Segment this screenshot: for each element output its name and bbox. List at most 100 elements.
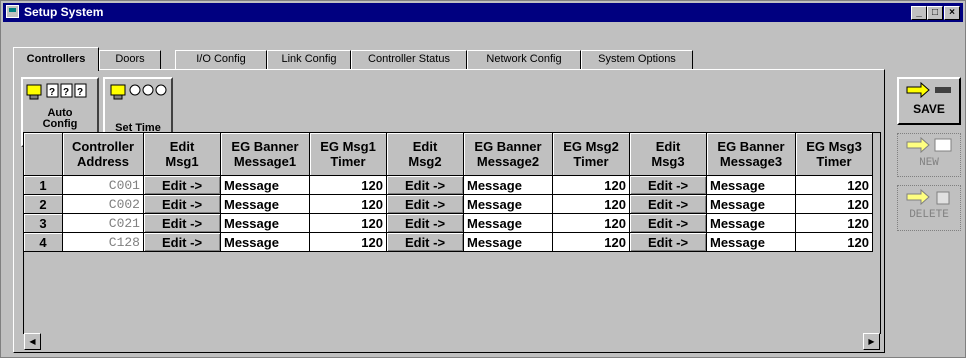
controller-address-cell[interactable]: C021	[62, 213, 144, 233]
svg-text:?: ?	[63, 87, 69, 98]
col-header-eg-msg3-timer[interactable]: EG Msg3 Timer	[795, 133, 873, 176]
tab-controllers[interactable]: Controllers	[13, 47, 99, 71]
tab-link-config[interactable]: Link Config	[267, 50, 351, 69]
edit-msg2-button[interactable]: Edit ->	[386, 194, 464, 214]
col-label: EG Banner	[717, 139, 785, 154]
save-button[interactable]: SAVE	[897, 77, 961, 125]
eg-banner-message1-cell[interactable]: Message	[220, 194, 310, 214]
eg-msg2-timer-cell[interactable]: 120	[552, 194, 630, 214]
maximize-button[interactable]: □	[927, 6, 943, 20]
eg-msg3-timer-cell[interactable]: 120	[795, 232, 873, 252]
header-row: Controller Address Edit Msg1 EG Banner Mess…	[24, 133, 873, 176]
edit-msg1-button[interactable]: Edit ->	[143, 213, 221, 233]
eg-msg3-timer-cell[interactable]: 120	[795, 213, 873, 233]
tab-strip: Controllers Doors I/O Config Link Config…	[13, 47, 703, 71]
controller-address-cell[interactable]: C001	[62, 175, 144, 195]
eg-msg2-timer-cell[interactable]: 120	[552, 213, 630, 233]
delete-button[interactable]: DELETE	[897, 185, 961, 231]
col-label: Timer	[330, 154, 366, 169]
auto-config-label-2: Config	[42, 118, 78, 130]
eg-msg1-timer-cell[interactable]: 120	[309, 194, 387, 214]
svg-text:?: ?	[77, 87, 83, 98]
eg-msg3-timer-cell[interactable]: 120	[795, 175, 873, 195]
edit-msg3-button[interactable]: Edit ->	[629, 213, 707, 233]
controller-address-cell[interactable]: C002	[62, 194, 144, 214]
save-arrow-icon	[906, 81, 951, 99]
controllers-grid: Controller Address Edit Msg1 EG Banner Mess…	[23, 132, 881, 334]
col-label: Msg3	[651, 154, 685, 169]
col-label: Timer	[816, 154, 852, 169]
col-label: Message3	[719, 154, 783, 169]
col-header-eg-banner-message1[interactable]: EG Banner Message1	[220, 133, 310, 176]
col-header-controller-address[interactable]: Controller Address	[62, 133, 144, 176]
eg-banner-message2-cell[interactable]: Message	[463, 194, 553, 214]
eg-banner-message1-cell[interactable]: Message	[220, 175, 310, 195]
col-label: EG Msg1	[320, 139, 376, 154]
row-number: 2	[24, 194, 63, 214]
horizontal-scrollbar[interactable]: ◀ ▶	[24, 333, 880, 350]
eg-banner-message2-cell[interactable]: Message	[463, 232, 553, 252]
edit-msg3-button[interactable]: Edit ->	[629, 175, 707, 195]
edit-msg3-button[interactable]: Edit ->	[629, 232, 707, 252]
col-label: Timer	[573, 154, 609, 169]
eg-banner-message3-cell[interactable]: Message	[706, 232, 796, 252]
eg-msg2-timer-cell[interactable]: 120	[552, 175, 630, 195]
col-header-eg-msg2-timer[interactable]: EG Msg2 Timer	[552, 133, 630, 176]
table-row[interactable]: 1 C001 Edit -> Message 120 Edit -> Message 120 E…	[24, 175, 873, 195]
edit-msg1-button[interactable]: Edit ->	[143, 175, 221, 195]
col-label: EG Banner	[231, 139, 299, 154]
col-header-edit-msg3[interactable]: Edit Msg3	[629, 133, 707, 176]
table-row[interactable]: 4 C128 Edit -> Message 120 Edit -> Message 120 E…	[24, 232, 873, 252]
svg-text:?: ?	[49, 87, 55, 98]
col-header-edit-msg2[interactable]: Edit Msg2	[386, 133, 464, 176]
eg-banner-message3-cell[interactable]: Message	[706, 194, 796, 214]
save-label: SAVE	[913, 102, 945, 116]
edit-msg2-button[interactable]: Edit ->	[386, 232, 464, 252]
eg-banner-message3-cell[interactable]: Message	[706, 213, 796, 233]
col-header-edit-msg1[interactable]: Edit Msg1	[143, 133, 221, 176]
eg-msg2-timer-cell[interactable]: 120	[552, 232, 630, 252]
table-row[interactable]: 2 C002 Edit -> Message 120 Edit -> Message 120 E…	[24, 194, 873, 214]
new-arrow-icon	[906, 136, 952, 154]
col-header-eg-msg1-timer[interactable]: EG Msg1 Timer	[309, 133, 387, 176]
eg-banner-message1-cell[interactable]: Message	[220, 232, 310, 252]
col-label: Msg2	[408, 154, 442, 169]
edit-msg1-button[interactable]: Edit ->	[143, 232, 221, 252]
tab-doors[interactable]: Doors	[99, 50, 161, 69]
eg-msg1-timer-cell[interactable]: 120	[309, 175, 387, 195]
eg-msg3-timer-cell[interactable]: 120	[795, 194, 873, 214]
edit-msg3-button[interactable]: Edit ->	[629, 194, 707, 214]
eg-banner-message2-cell[interactable]: Message	[463, 213, 553, 233]
col-header-eg-banner-message3[interactable]: EG Banner Message3	[706, 133, 796, 176]
new-label: NEW	[919, 157, 939, 169]
scroll-right-arrow-icon[interactable]: ▶	[863, 333, 880, 350]
row-number: 1	[24, 175, 63, 195]
edit-msg2-button[interactable]: Edit ->	[386, 213, 464, 233]
col-label: EG Msg2	[563, 139, 619, 154]
table-row[interactable]: 3 C021 Edit -> Message 120 Edit -> Message 120 E…	[24, 213, 873, 233]
edit-msg1-button[interactable]: Edit ->	[143, 194, 221, 214]
tab-controller-status[interactable]: Controller Status	[351, 50, 467, 69]
tab-system-options[interactable]: System Options	[581, 50, 693, 69]
close-button[interactable]: ×	[944, 6, 960, 20]
tab-network-config[interactable]: Network Config	[467, 50, 581, 69]
edit-msg2-button[interactable]: Edit ->	[386, 175, 464, 195]
new-button[interactable]: NEW	[897, 133, 961, 177]
eg-msg1-timer-cell[interactable]: 120	[309, 232, 387, 252]
col-label: Controller	[71, 139, 135, 154]
controller-address-cell[interactable]: C128	[62, 232, 144, 252]
eg-banner-message2-cell[interactable]: Message	[463, 175, 553, 195]
col-header-eg-banner-message2[interactable]: EG Banner Message2	[463, 133, 553, 176]
tab-io-config[interactable]: I/O Config	[175, 50, 267, 69]
eg-banner-message1-cell[interactable]: Message	[220, 213, 310, 233]
col-label: Edit	[655, 139, 681, 154]
eg-banner-message3-cell[interactable]: Message	[706, 175, 796, 195]
minimize-button[interactable]: _	[911, 6, 927, 20]
col-label: EG Banner	[474, 139, 542, 154]
eg-msg1-timer-cell[interactable]: 120	[309, 213, 387, 233]
row-number: 3	[24, 213, 63, 233]
col-header-rownum	[24, 133, 63, 176]
scroll-left-arrow-icon[interactable]: ◀	[24, 333, 41, 350]
controllers-table: Controller Address Edit Msg1 EG Banner Mess…	[24, 133, 873, 252]
window-title: Setup System	[24, 5, 104, 19]
